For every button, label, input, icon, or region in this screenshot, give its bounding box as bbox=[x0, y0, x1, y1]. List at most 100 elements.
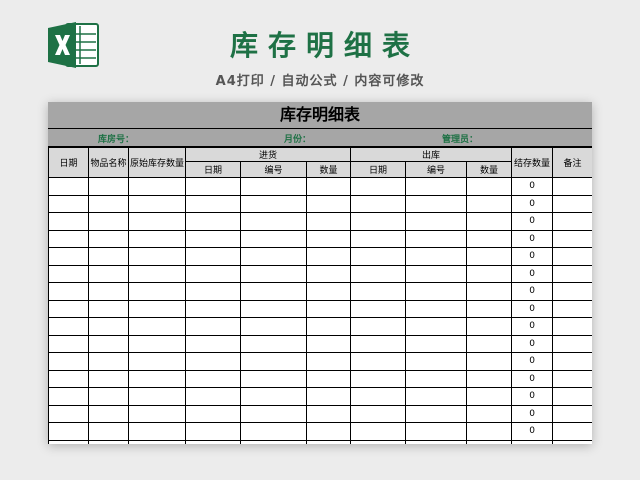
table-cell[interactable] bbox=[350, 264, 407, 283]
table-cell[interactable] bbox=[552, 334, 592, 353]
table-cell[interactable] bbox=[88, 264, 129, 283]
table-cell[interactable] bbox=[128, 212, 186, 231]
table-cell[interactable] bbox=[48, 194, 89, 213]
table-cell[interactable] bbox=[48, 282, 89, 301]
balance-cell[interactable]: 0 bbox=[511, 212, 554, 231]
table-cell[interactable] bbox=[128, 369, 186, 388]
table-cell[interactable] bbox=[405, 194, 468, 213]
table-cell[interactable] bbox=[48, 299, 89, 318]
table-cell[interactable] bbox=[405, 247, 468, 266]
table-cell[interactable] bbox=[240, 229, 307, 248]
table-cell[interactable] bbox=[48, 439, 89, 444]
table-cell[interactable] bbox=[88, 387, 129, 406]
table-cell[interactable] bbox=[48, 404, 89, 423]
table-cell[interactable] bbox=[88, 404, 129, 423]
table-cell[interactable] bbox=[48, 247, 89, 266]
table-cell[interactable] bbox=[185, 317, 241, 336]
table-cell[interactable] bbox=[466, 439, 513, 444]
table-cell[interactable] bbox=[466, 229, 513, 248]
table-cell[interactable] bbox=[466, 404, 513, 423]
table-cell[interactable] bbox=[88, 369, 129, 388]
table-cell[interactable] bbox=[240, 439, 307, 444]
table-cell[interactable] bbox=[88, 317, 129, 336]
table-cell[interactable] bbox=[88, 212, 129, 231]
table-cell[interactable] bbox=[305, 299, 352, 318]
table-cell[interactable] bbox=[128, 352, 186, 371]
table-cell[interactable] bbox=[405, 439, 468, 444]
table-cell[interactable] bbox=[240, 387, 307, 406]
table-cell[interactable] bbox=[350, 177, 407, 196]
table-cell[interactable] bbox=[185, 387, 241, 406]
table-cell[interactable] bbox=[128, 404, 186, 423]
table-cell[interactable] bbox=[350, 247, 407, 266]
table-cell[interactable] bbox=[185, 334, 241, 353]
table-cell[interactable] bbox=[350, 282, 407, 301]
table-cell[interactable] bbox=[48, 177, 89, 196]
table-cell[interactable] bbox=[552, 177, 592, 196]
table-cell[interactable] bbox=[240, 212, 307, 231]
table-cell[interactable] bbox=[405, 212, 468, 231]
table-cell[interactable] bbox=[88, 422, 129, 441]
table-cell[interactable] bbox=[350, 439, 407, 444]
balance-cell[interactable]: 0 bbox=[511, 334, 554, 353]
table-cell[interactable] bbox=[88, 229, 129, 248]
table-cell[interactable] bbox=[305, 369, 352, 388]
table-cell[interactable] bbox=[350, 422, 407, 441]
table-cell[interactable] bbox=[350, 369, 407, 388]
table-cell[interactable] bbox=[350, 387, 407, 406]
table-cell[interactable] bbox=[350, 194, 407, 213]
table-cell[interactable] bbox=[128, 264, 186, 283]
table-cell[interactable] bbox=[185, 229, 241, 248]
table-cell[interactable] bbox=[88, 194, 129, 213]
table-cell[interactable] bbox=[185, 404, 241, 423]
table-cell[interactable] bbox=[185, 247, 241, 266]
table-cell[interactable] bbox=[305, 212, 352, 231]
balance-cell[interactable]: 0 bbox=[511, 194, 554, 213]
table-cell[interactable] bbox=[552, 194, 592, 213]
balance-cell[interactable]: 0 bbox=[511, 247, 554, 266]
table-cell[interactable] bbox=[305, 229, 352, 248]
table-cell[interactable] bbox=[88, 352, 129, 371]
table-cell[interactable] bbox=[240, 334, 307, 353]
table-cell[interactable] bbox=[305, 317, 352, 336]
balance-cell[interactable]: 0 bbox=[511, 177, 554, 196]
table-cell[interactable] bbox=[240, 282, 307, 301]
table-cell[interactable] bbox=[552, 299, 592, 318]
table-cell[interactable] bbox=[466, 317, 513, 336]
table-cell[interactable] bbox=[240, 404, 307, 423]
table-cell[interactable] bbox=[305, 404, 352, 423]
table-cell[interactable] bbox=[552, 369, 592, 388]
table-cell[interactable] bbox=[240, 177, 307, 196]
table-cell[interactable] bbox=[305, 422, 352, 441]
table-cell[interactable] bbox=[128, 247, 186, 266]
table-cell[interactable] bbox=[240, 352, 307, 371]
table-cell[interactable] bbox=[240, 247, 307, 266]
table-cell[interactable] bbox=[552, 404, 592, 423]
table-cell[interactable] bbox=[305, 282, 352, 301]
table-cell[interactable] bbox=[48, 352, 89, 371]
table-cell[interactable] bbox=[88, 439, 129, 444]
balance-cell[interactable]: 0 bbox=[511, 229, 554, 248]
table-cell[interactable] bbox=[88, 177, 129, 196]
table-cell[interactable] bbox=[128, 177, 186, 196]
table-cell[interactable] bbox=[405, 282, 468, 301]
table-cell[interactable] bbox=[350, 317, 407, 336]
table-cell[interactable] bbox=[128, 317, 186, 336]
table-cell[interactable] bbox=[305, 194, 352, 213]
table-cell[interactable] bbox=[466, 422, 513, 441]
table-cell[interactable] bbox=[128, 439, 186, 444]
table-cell[interactable] bbox=[405, 299, 468, 318]
table-cell[interactable] bbox=[552, 212, 592, 231]
table-cell[interactable] bbox=[305, 352, 352, 371]
table-cell[interactable] bbox=[240, 264, 307, 283]
table-cell[interactable] bbox=[185, 352, 241, 371]
table-cell[interactable] bbox=[350, 229, 407, 248]
balance-cell[interactable]: 0 bbox=[511, 439, 554, 444]
table-cell[interactable] bbox=[466, 212, 513, 231]
table-cell[interactable] bbox=[48, 264, 89, 283]
table-cell[interactable] bbox=[405, 229, 468, 248]
table-cell[interactable] bbox=[185, 422, 241, 441]
table-cell[interactable] bbox=[185, 177, 241, 196]
table-cell[interactable] bbox=[466, 247, 513, 266]
table-cell[interactable] bbox=[552, 229, 592, 248]
